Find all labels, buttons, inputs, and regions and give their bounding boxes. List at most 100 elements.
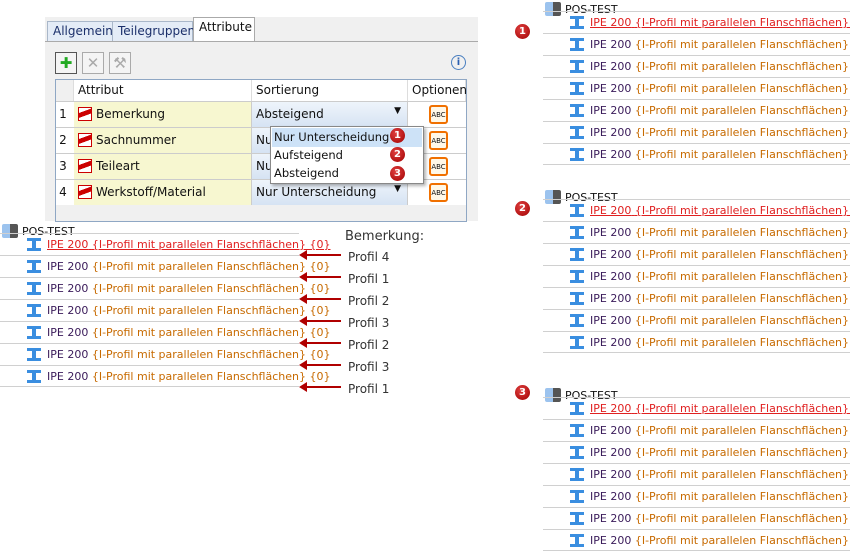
header-sortierung[interactable]: Sortierung xyxy=(252,80,408,101)
arrow-icon xyxy=(299,316,341,326)
item-description: {I-Profil mit parallelen Flanschflächen} xyxy=(634,148,849,161)
attribute-icon xyxy=(78,159,92,173)
item-suffix: {0} xyxy=(309,370,331,383)
item-description: {I-Profil mit parallelen Flanschflächen} xyxy=(91,348,306,361)
tree-item[interactable]: IPE 200 {I-Profil mit parallelen Flansch… xyxy=(543,77,850,99)
i-beam-profile-icon xyxy=(570,292,584,305)
tree-item[interactable]: IPE 200 {I-Profil mit parallelen Flansch… xyxy=(0,233,330,255)
tree-item[interactable]: IPE 200 {I-Profil mit parallelen Flansch… xyxy=(543,331,850,353)
item-name: IPE 200 xyxy=(47,238,89,251)
i-beam-profile-icon xyxy=(27,238,41,251)
tree-item[interactable]: IPE 200 {I-Profil mit parallelen Flansch… xyxy=(543,529,850,551)
tree-item[interactable]: IPE 200 {I-Profil mit parallelen Flansch… xyxy=(543,485,850,507)
abc-option-button[interactable]: ABC xyxy=(429,131,448,150)
i-beam-profile-icon xyxy=(570,104,584,117)
item-name: IPE 200 xyxy=(590,490,632,503)
item-name: IPE 200 xyxy=(590,16,632,29)
item-description: {I-Profil mit parallelen Flanschflächen} xyxy=(634,402,849,415)
abc-option-button[interactable]: ABC xyxy=(429,183,448,202)
item-name: IPE 200 xyxy=(590,226,632,239)
badge-2: 2 xyxy=(390,147,405,162)
attribut-cell[interactable]: Sachnummer xyxy=(74,128,252,153)
item-description: {I-Profil mit parallelen Flanschflächen} xyxy=(634,292,849,305)
badge-3: 3 xyxy=(390,166,405,181)
header-optionen[interactable]: Optionen xyxy=(408,80,467,101)
sortierung-value: Nur Unterscheidung xyxy=(256,185,377,199)
tree-item[interactable]: IPE 200 {I-Profil mit parallelen Flansch… xyxy=(543,55,850,77)
attribut-cell[interactable]: Werkstoff/Material xyxy=(74,180,252,205)
tree-item[interactable]: IPE 200 {I-Profil mit parallelen Flansch… xyxy=(543,463,850,485)
header-corner xyxy=(56,80,74,101)
bemerkung-label: Profil 1 xyxy=(348,272,390,286)
tree-item[interactable]: IPE 200 {I-Profil mit parallelen Flansch… xyxy=(543,199,850,221)
bemerkung-label: Profil 3 xyxy=(348,316,390,330)
abc-option-button[interactable]: ABC xyxy=(429,105,448,124)
edit-button[interactable]: ⚒ xyxy=(109,52,131,74)
add-button[interactable]: ✚ xyxy=(55,52,77,74)
result-badge: 3 xyxy=(515,385,530,400)
optionen-cell: ABC xyxy=(408,102,466,127)
item-description: {I-Profil mit parallelen Flanschflächen} xyxy=(91,370,306,383)
sortierung-select[interactable]: Absteigend ▼ xyxy=(252,102,408,127)
header-attribut[interactable]: Attribut xyxy=(74,80,252,101)
item-suffix: {0} xyxy=(309,348,331,361)
arrow-icon xyxy=(299,360,341,370)
tab-teilegruppen[interactable]: Teilegruppen xyxy=(112,21,195,41)
item-name: IPE 200 xyxy=(590,82,632,95)
sortierung-value: Absteigend xyxy=(256,107,324,121)
tree-item[interactable]: IPE 200 {I-Profil mit parallelen Flansch… xyxy=(543,309,850,331)
i-beam-profile-icon xyxy=(27,370,41,383)
tree-item[interactable]: IPE 200 {I-Profil mit parallelen Flansch… xyxy=(543,397,850,419)
tree-item[interactable]: IPE 200 {I-Profil mit parallelen Flansch… xyxy=(543,99,850,121)
item-description: {I-Profil mit parallelen Flanschflächen} xyxy=(634,336,849,349)
chevron-down-icon[interactable]: ▼ xyxy=(394,184,401,194)
item-name: IPE 200 xyxy=(590,336,632,349)
abc-option-button[interactable]: ABC xyxy=(429,157,448,176)
tree-item[interactable]: IPE 200 {I-Profil mit parallelen Flansch… xyxy=(0,255,330,277)
i-beam-profile-icon xyxy=(570,402,584,415)
tab-allgemein[interactable]: Allgemein xyxy=(47,21,113,41)
tree-item[interactable]: IPE 200 {I-Profil mit parallelen Flansch… xyxy=(0,365,330,387)
tree-item[interactable]: IPE 200 {I-Profil mit parallelen Flansch… xyxy=(543,441,850,463)
tree-item[interactable]: IPE 200 {I-Profil mit parallelen Flansch… xyxy=(543,507,850,529)
tree-item[interactable]: IPE 200 {I-Profil mit parallelen Flansch… xyxy=(543,243,850,265)
result-badge: 2 xyxy=(515,201,530,216)
item-description: {I-Profil mit parallelen Flanschflächen} xyxy=(634,126,849,139)
badge-1: 1 xyxy=(390,128,405,143)
item-name: IPE 200 xyxy=(590,270,632,283)
tab-attribute[interactable]: Attribute xyxy=(193,17,255,42)
tree-item[interactable]: IPE 200 {I-Profil mit parallelen Flansch… xyxy=(543,265,850,287)
chevron-down-icon[interactable]: ▼ xyxy=(394,106,401,116)
tree-item[interactable]: IPE 200 {I-Profil mit parallelen Flansch… xyxy=(543,121,850,143)
attribute-panel: Allgemein Teilegruppen Attribute ✚ ✕ ⚒ i… xyxy=(45,17,478,222)
item-description: {I-Profil mit parallelen Flanschflächen} xyxy=(634,512,849,525)
item-name: IPE 200 xyxy=(590,148,632,161)
delete-button[interactable]: ✕ xyxy=(82,52,104,74)
tree-item[interactable]: IPE 200 {I-Profil mit parallelen Flansch… xyxy=(0,299,330,321)
item-name: IPE 200 xyxy=(47,304,89,317)
item-name: IPE 200 xyxy=(590,60,632,73)
item-name: IPE 200 xyxy=(590,402,632,415)
tree-item[interactable]: IPE 200 {I-Profil mit parallelen Flansch… xyxy=(543,143,850,165)
tree-item[interactable]: IPE 200 {I-Profil mit parallelen Flansch… xyxy=(0,343,330,365)
item-description: {I-Profil mit parallelen Flanschflächen} xyxy=(634,226,849,239)
i-beam-profile-icon xyxy=(27,304,41,317)
item-description: {I-Profil mit parallelen Flanschflächen} xyxy=(634,104,849,117)
attribut-cell[interactable]: Bemerkung xyxy=(74,102,252,127)
i-beam-profile-icon xyxy=(570,468,584,481)
delete-icon: ✕ xyxy=(86,54,100,72)
item-name: IPE 200 xyxy=(590,314,632,327)
tree-item[interactable]: IPE 200 {I-Profil mit parallelen Flansch… xyxy=(543,287,850,309)
attribut-label: Sachnummer xyxy=(96,133,177,147)
tree-item[interactable]: IPE 200 {I-Profil mit parallelen Flansch… xyxy=(543,419,850,441)
bemerkung-label: Profil 4 xyxy=(348,250,390,264)
attribut-cell[interactable]: Teileart xyxy=(74,154,252,179)
info-icon[interactable]: i xyxy=(451,55,466,70)
i-beam-profile-icon xyxy=(570,248,584,261)
tree-item[interactable]: IPE 200 {I-Profil mit parallelen Flansch… xyxy=(543,11,850,33)
tree-item[interactable]: IPE 200 {I-Profil mit parallelen Flansch… xyxy=(0,321,330,343)
tree-item[interactable]: IPE 200 {I-Profil mit parallelen Flansch… xyxy=(543,221,850,243)
tree-item[interactable]: IPE 200 {I-Profil mit parallelen Flansch… xyxy=(543,33,850,55)
attribut-label: Bemerkung xyxy=(96,107,166,121)
tree-item[interactable]: IPE 200 {I-Profil mit parallelen Flansch… xyxy=(0,277,330,299)
